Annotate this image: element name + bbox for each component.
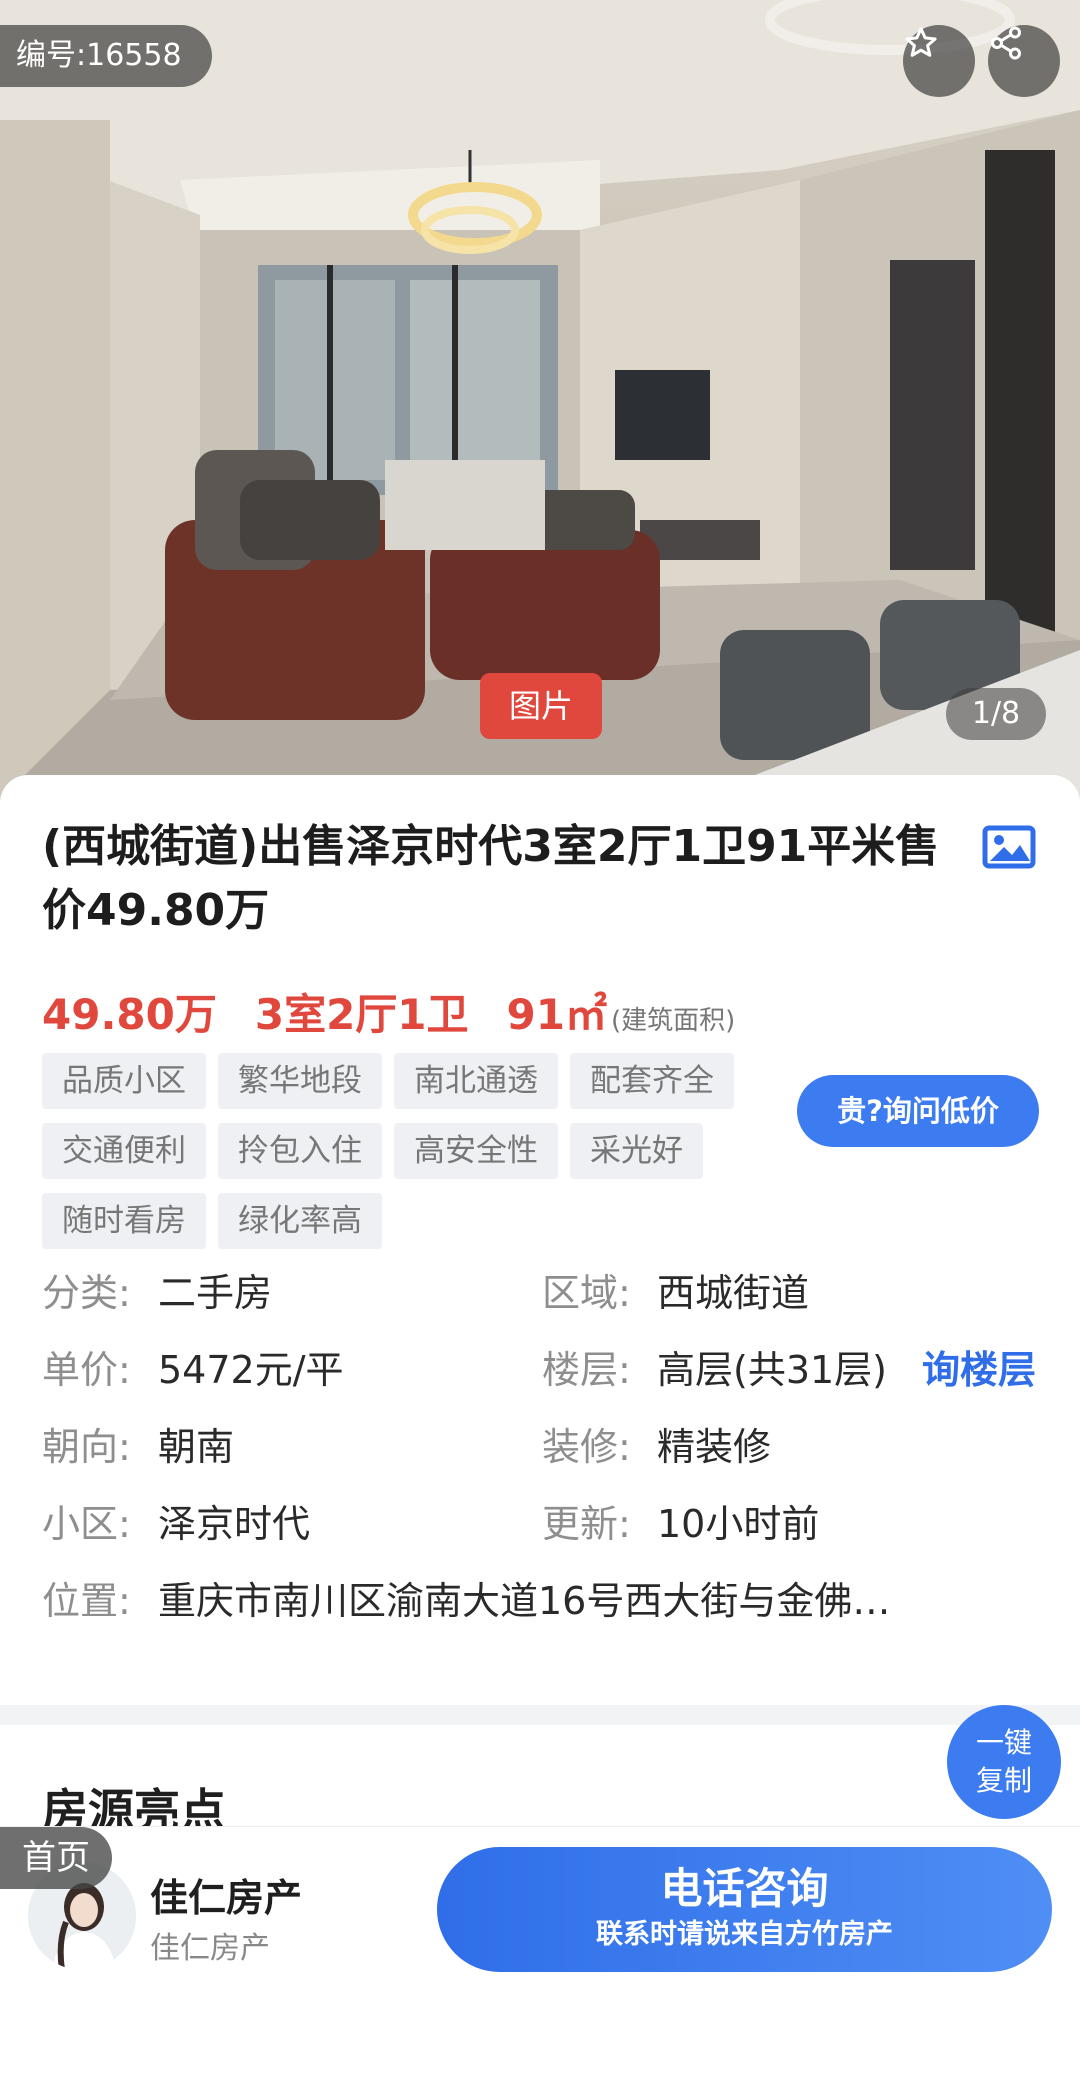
photo-counter: 1/8	[946, 688, 1046, 740]
share-button[interactable]	[988, 25, 1060, 97]
decoration-value: 精装修	[657, 1425, 772, 1469]
location-label: 位置:	[42, 1579, 131, 1623]
listing-details: 分类: 二手房 区域: 西城街道 单价: 5472元/平 楼层: 高层(共31层…	[42, 1263, 1042, 1648]
favorite-button[interactable]	[903, 25, 975, 97]
tag: 采光好	[570, 1123, 703, 1179]
details-row: 小区: 泽京时代 更新: 10小时前	[42, 1494, 1042, 1571]
copy-button-line1: 一键	[975, 1726, 1032, 1759]
price: 49.80万	[42, 990, 217, 1039]
tag: 高安全性	[394, 1123, 558, 1179]
listing-photo[interactable]: 编号:16558 图片 1/8	[0, 0, 1080, 800]
call-button-label: 电话咨询	[660, 1864, 829, 1913]
area-note: (建筑面积)	[610, 1006, 736, 1036]
tag: 交通便利	[42, 1123, 206, 1179]
home-button[interactable]: 首页	[0, 1827, 112, 1889]
location-value: 重庆市南川区渝南大道16号西大街与金佛…	[158, 1579, 891, 1623]
photo-tab[interactable]: 图片	[480, 673, 602, 739]
tag: 绿化率高	[218, 1193, 382, 1249]
details-row: 位置: 重庆市南川区渝南大道16号西大街与金佛…	[42, 1571, 1042, 1648]
decoration-label: 装修:	[542, 1425, 631, 1469]
star-icon	[905, 27, 937, 57]
details-row: 单价: 5472元/平 楼层: 高层(共31层) 询楼层	[42, 1340, 1042, 1417]
floor-value: 高层(共31层)	[657, 1348, 888, 1392]
tag: 南北通透	[394, 1053, 558, 1109]
region-label: 区域:	[542, 1271, 631, 1315]
orientation-label: 朝向:	[42, 1425, 131, 1469]
unit-price-label: 单价:	[42, 1348, 131, 1392]
region-value: 西城街道	[657, 1271, 810, 1315]
agent-name: 佳仁房产	[150, 1876, 303, 1920]
updated-label: 更新:	[542, 1502, 631, 1546]
tag: 繁华地段	[218, 1053, 382, 1109]
agent-company: 佳仁房产	[150, 1931, 270, 1966]
category-value: 二手房	[158, 1271, 273, 1315]
section-divider	[0, 1705, 1080, 1725]
floor-area: 91㎡	[506, 990, 607, 1039]
listing-info-card: (西城街道)出售泽京时代3室2厅1卫91平米售价49.80万 49.80万 3室…	[0, 775, 1080, 1705]
room-layout: 3室2厅1卫	[254, 990, 469, 1039]
community-value: 泽京时代	[158, 1502, 311, 1546]
one-click-copy-button[interactable]: 一键 复制	[947, 1705, 1061, 1819]
tag: 品质小区	[42, 1053, 206, 1109]
copy-button-line2: 复制	[975, 1764, 1032, 1797]
image-icon[interactable]	[982, 825, 1036, 869]
ask-lower-price-button[interactable]: 贵?询问低价	[797, 1075, 1039, 1147]
tag: 配套齐全	[570, 1053, 734, 1109]
orientation-value: 朝南	[158, 1425, 235, 1469]
ask-floor-link[interactable]: 询楼层	[922, 1340, 1036, 1400]
community-label: 小区:	[42, 1502, 131, 1546]
tag: 拎包入住	[218, 1123, 382, 1179]
details-row: 朝向: 朝南 装修: 精装修	[42, 1417, 1042, 1494]
listing-title: (西城街道)出售泽京时代3室2厅1卫91平米售价49.80万	[42, 821, 940, 936]
feature-tags: 品质小区 繁华地段 南北通透 配套齐全 交通便利 拎包入住 高安全性 采光好 随…	[42, 1053, 762, 1263]
listing-id-badge: 编号:16558	[0, 25, 212, 87]
phone-consult-button[interactable]: 电话咨询 联系时请说来自方竹房产	[437, 1847, 1052, 1972]
key-facts: 49.80万 3室2厅1卫 91㎡ (建筑面积)	[42, 981, 773, 1042]
tag: 随时看房	[42, 1193, 206, 1249]
updated-value: 10小时前	[657, 1502, 820, 1546]
call-button-hint: 联系时请说来自方竹房产	[596, 1919, 893, 1950]
details-row: 分类: 二手房 区域: 西城街道	[42, 1263, 1042, 1340]
bottom-contact-bar: 首页 佳仁房产 佳仁房产 电话咨询 联系时请说来自方竹房产	[0, 1826, 1080, 2082]
category-label: 分类:	[42, 1271, 131, 1315]
floor-label: 楼层:	[542, 1348, 631, 1392]
share-icon	[991, 26, 1021, 60]
unit-price-value: 5472元/平	[158, 1348, 344, 1392]
